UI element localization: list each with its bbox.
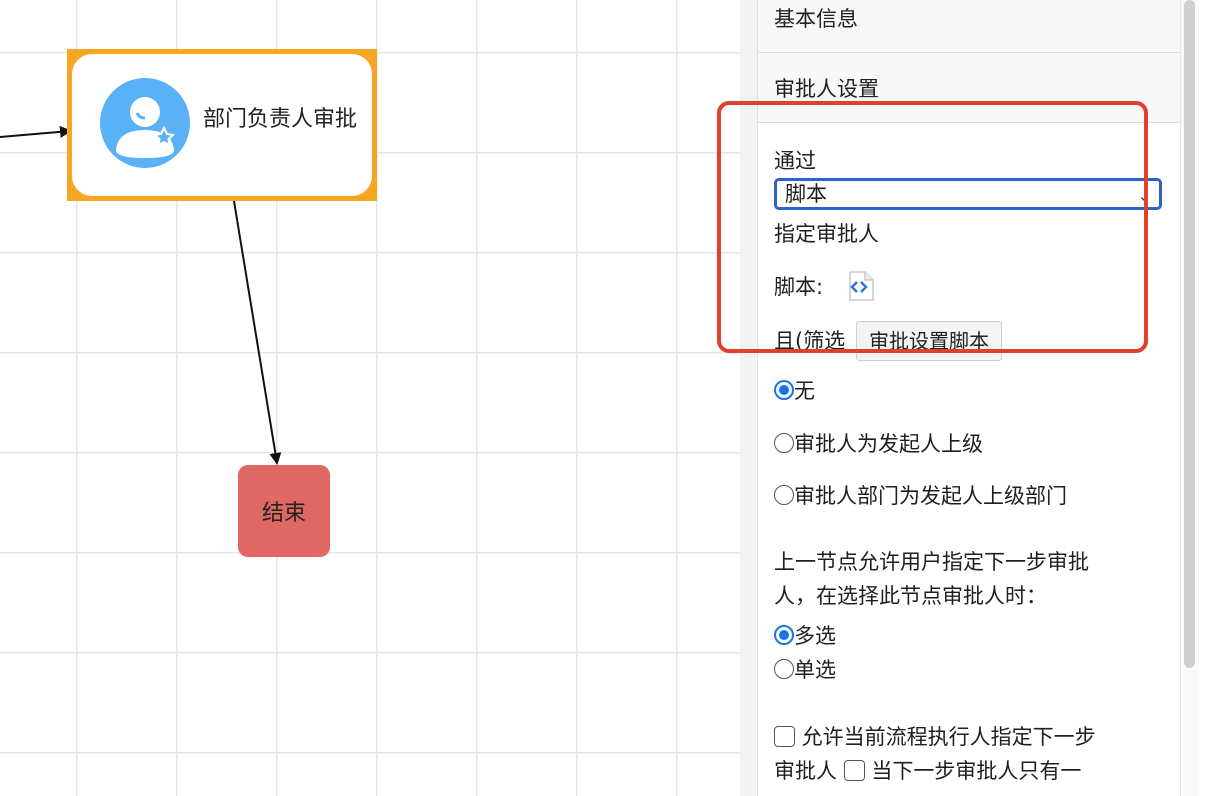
panel-scrollbar[interactable] [1180,0,1199,796]
highlight-annotation-box [717,101,1148,353]
allow-exec-options: 允许当前流程执行人指定下一步 审批人 当下一步审批人只有一 [774,720,1154,788]
radio-single[interactable] [774,659,794,679]
approval-task-node[interactable]: 部门负责人审批 [67,49,377,201]
end-node-title: 结束 [261,501,306,526]
task-node-title: 部门负责人审批 [203,107,358,132]
prev-node-description: 上一节点允许用户指定下一步审批 人，在选择此节点审批人时： [774,545,1154,613]
select-mode-multi[interactable]: 多选 [774,620,836,650]
edge-task-to-end[interactable] [232,194,282,465]
allow-exec-text-line2b: 当下一步审批人只有一 [864,759,1082,783]
select-mode-single-label: 单选 [794,658,836,682]
edge-start-to-task[interactable] [0,125,72,138]
filter-option-superior-dept[interactable]: 审批人部门为发起人上级部门 [774,480,1067,510]
filter-option-none[interactable]: 无 [774,375,815,405]
filter-option-none-label: 无 [794,379,815,403]
basic-info-section-header[interactable]: 基本信息 [758,0,1198,53]
flow-canvas[interactable]: 部门负责人审批 结束 [0,0,740,796]
user-avatar-icon [100,78,190,168]
radio-superior-dept[interactable] [774,485,794,505]
single-approver-checkbox[interactable] [843,760,865,781]
radio-none[interactable] [774,380,794,400]
task-node-body: 部门负责人审批 [72,54,372,196]
prev-node-text-line2: 人，在选择此节点审批人时： [774,584,1047,608]
end-node[interactable]: 结束 [238,465,330,557]
radio-multi[interactable] [774,625,794,645]
radio-superior[interactable] [774,433,794,453]
filter-option-superior-dept-label: 审批人部门为发起人上级部门 [794,484,1067,508]
prev-node-text-line1: 上一节点允许用户指定下一步审批 [774,550,1089,574]
filter-option-superior-label: 审批人为发起人上级 [794,432,983,456]
filter-option-superior[interactable]: 审批人为发起人上级 [774,428,983,458]
allow-exec-checkbox[interactable] [774,726,795,747]
select-mode-multi-label: 多选 [794,624,836,648]
allow-exec-text-line1: 允许当前流程执行人指定下一步 [795,725,1096,749]
allow-exec-text-line2a: 审批人 [774,759,844,783]
scrollbar-thumb[interactable] [1184,0,1195,668]
select-mode-single[interactable]: 单选 [774,654,836,684]
